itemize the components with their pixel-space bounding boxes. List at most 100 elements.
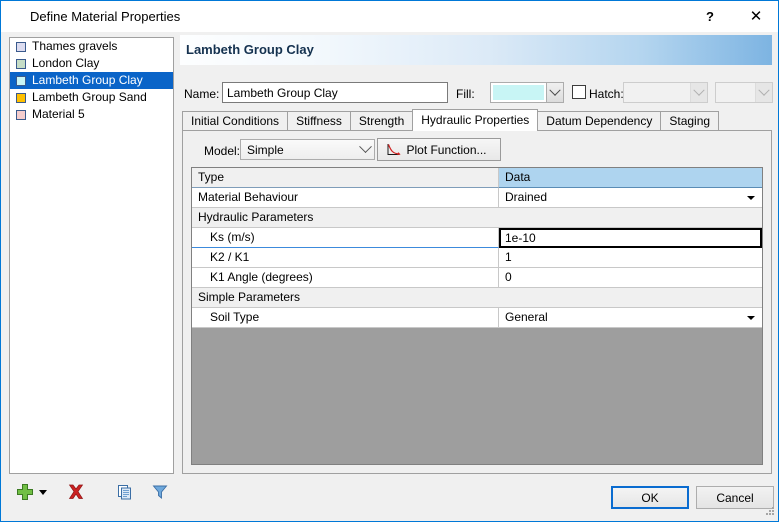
material-list-item[interactable]: Lambeth Group Sand <box>10 89 173 106</box>
grid-cell-data <box>499 288 762 308</box>
grid-cell-type: Material Behaviour <box>192 188 499 208</box>
grid-cell-type: K1 Angle (degrees) <box>192 268 499 288</box>
chevron-down-icon[interactable] <box>747 316 755 320</box>
name-row: Name: Fill: Hatch: <box>180 82 773 106</box>
help-icon[interactable]: ? <box>687 1 733 31</box>
fill-color-dropdown[interactable] <box>490 82 564 103</box>
tab-panel-hydraulic-properties: Model: Simple Plot Function... Type Data M… <box>182 130 772 474</box>
tab-strip: Initial Conditions Stiffness Strength Hydra… <box>182 109 772 131</box>
grid-section-row: Simple Parameters <box>192 288 762 308</box>
define-material-properties-dialog: Define Material Properties ? ✕ Thames gr… <box>0 0 779 522</box>
grid-cell-data[interactable]: 1e-10 <box>499 228 762 248</box>
close-icon[interactable]: ✕ <box>733 1 778 31</box>
grid-cell-value: 1 <box>505 250 512 264</box>
grid-header-row: Type Data <box>192 168 762 188</box>
tab-label: Stiffness <box>296 114 342 128</box>
grid-cell-type: Hydraulic Parameters <box>192 208 499 228</box>
grid-row[interactable]: K2 / K1 1 <box>192 248 762 268</box>
grid-cell-type: Simple Parameters <box>192 288 499 308</box>
hydraulic-parameters-grid[interactable]: Type Data Material Behaviour Drained Hydraul… <box>191 167 763 465</box>
hatch-color-value <box>716 83 755 102</box>
fill-dropdown-arrow[interactable] <box>546 83 563 102</box>
grid-cell-type: Ks (m/s) <box>192 228 499 248</box>
material-list[interactable]: Thames gravels London Clay Lambeth Group C… <box>9 37 174 474</box>
grid-cell-value: General <box>505 310 548 324</box>
hatch-color-dropdown[interactable] <box>715 82 773 103</box>
funnel-icon[interactable] <box>149 481 171 503</box>
tab-label: Hydraulic Properties <box>421 113 530 127</box>
tab-stiffness[interactable]: Stiffness <box>287 111 351 131</box>
plot-function-label: Plot Function... <box>406 142 487 157</box>
copy-icon[interactable] <box>114 481 136 503</box>
material-color-swatch <box>16 92 26 103</box>
tab-label: Staging <box>669 114 711 128</box>
material-color-swatch <box>16 75 26 86</box>
grid-row[interactable]: Material Behaviour Drained <box>192 188 762 208</box>
fill-label: Fill: <box>456 87 475 101</box>
grid-cell-data[interactable]: 1 <box>499 248 762 268</box>
material-color-swatch <box>16 41 26 52</box>
panel-header: Lambeth Group Clay <box>180 35 772 65</box>
plot-curve-icon <box>383 143 403 157</box>
hatch-pattern-dropdown[interactable] <box>623 82 708 103</box>
grid-header-data: Data <box>499 168 762 188</box>
material-list-item[interactable]: London Clay <box>10 55 173 72</box>
red-x-icon[interactable] <box>65 481 87 503</box>
hatch-color-dropdown-arrow[interactable] <box>755 83 772 102</box>
grid-cell-data[interactable]: 0 <box>499 268 762 288</box>
resize-grip[interactable] <box>763 506 775 518</box>
material-details-panel: Lambeth Group Clay Name: Fill: Hatch: In… <box>180 35 773 474</box>
hatch-pattern-dropdown-arrow[interactable] <box>690 83 707 102</box>
grid-cell-value: 0 <box>505 270 512 284</box>
material-list-item-label: Thames gravels <box>32 39 118 53</box>
hatch-checkbox[interactable] <box>572 85 586 99</box>
model-label: Model: <box>204 144 241 158</box>
model-dropdown[interactable]: Simple <box>240 139 375 160</box>
fill-color-swatch <box>493 85 544 100</box>
grid-header-type: Type <box>192 168 499 188</box>
tab-label: Datum Dependency <box>546 114 653 128</box>
chevron-down-icon[interactable] <box>39 490 47 495</box>
grid-cell-data[interactable]: Drained <box>499 188 762 208</box>
material-list-item-label: Material 5 <box>32 107 85 121</box>
material-list-item-label: Lambeth Group Clay <box>32 73 143 87</box>
material-list-item[interactable]: Material 5 <box>10 106 173 123</box>
material-list-item[interactable]: Lambeth Group Clay <box>10 72 173 89</box>
tab-label: Initial Conditions <box>191 114 280 128</box>
tab-hydraulic-properties[interactable]: Hydraulic Properties <box>412 109 539 131</box>
tab-strength[interactable]: Strength <box>349 111 414 131</box>
material-color-swatch <box>16 109 26 120</box>
grid-row[interactable]: K1 Angle (degrees) 0 <box>192 268 762 288</box>
chevron-down-icon[interactable] <box>747 196 755 200</box>
window-title: Define Material Properties <box>30 9 181 24</box>
material-list-item[interactable]: Thames gravels <box>10 38 173 55</box>
tab-label: Strength <box>358 114 405 128</box>
grid-section-row: Hydraulic Parameters <box>192 208 762 228</box>
grid-row[interactable]: Ks (m/s) 1e-10 <box>192 228 762 248</box>
grid-cell-data[interactable]: General <box>499 308 762 328</box>
page-title: Lambeth Group Clay <box>186 42 314 57</box>
material-color-swatch <box>16 58 26 69</box>
name-input[interactable] <box>222 82 448 103</box>
tab-datum-dependency[interactable]: Datum Dependency <box>537 111 662 131</box>
material-list-item-label: London Clay <box>32 56 100 70</box>
hatch-pattern-value <box>624 83 690 102</box>
hatch-label: Hatch: <box>589 87 624 101</box>
tab-initial-conditions[interactable]: Initial Conditions <box>182 111 289 131</box>
material-list-item-label: Lambeth Group Sand <box>32 90 147 104</box>
tab-staging[interactable]: Staging <box>660 111 720 131</box>
model-dropdown-value: Simple <box>247 142 284 157</box>
grid-cell-type: Soil Type <box>192 308 499 328</box>
title-bar: Define Material Properties ? ✕ <box>1 1 778 32</box>
plot-function-button[interactable]: Plot Function... <box>377 138 501 161</box>
grid-row[interactable]: Soil Type General <box>192 308 762 328</box>
chevron-down-icon <box>356 140 374 154</box>
grid-cell-type: K2 / K1 <box>192 248 499 268</box>
material-list-toolbar <box>9 481 179 511</box>
plus-icon[interactable] <box>14 481 36 503</box>
ok-button[interactable]: OK <box>611 486 689 509</box>
grid-cell-value: Drained <box>505 190 548 204</box>
grid-cell-value: 1e-10 <box>505 231 536 245</box>
name-label: Name: <box>184 87 220 101</box>
grid-empty-area <box>192 328 762 464</box>
